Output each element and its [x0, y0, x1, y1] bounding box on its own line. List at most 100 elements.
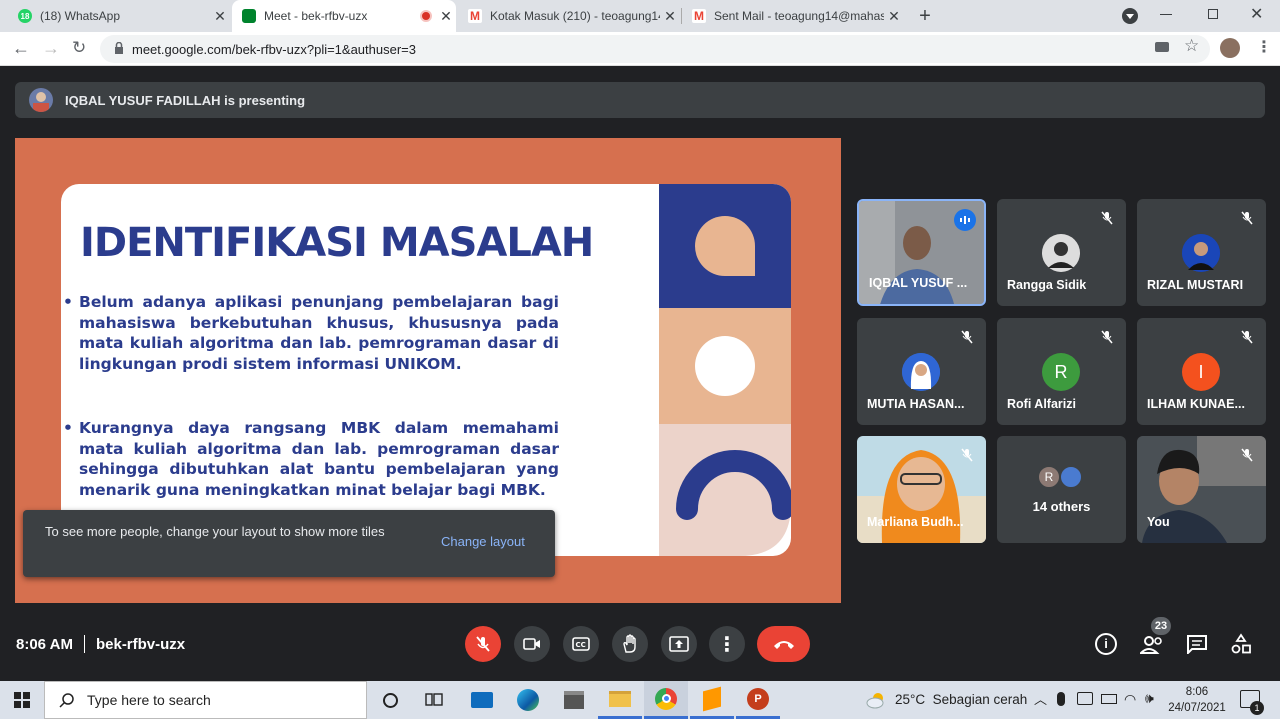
participant-name: MUTIA HASAN...: [867, 397, 965, 411]
windows-logo-icon: [14, 692, 30, 708]
end-call-button[interactable]: [757, 626, 810, 662]
close-tab-icon[interactable]: ✕: [660, 8, 680, 25]
slide-title: IDENTIFIKASI MASALAH: [80, 220, 594, 266]
chrome-icon: [655, 687, 677, 710]
tab-gmail-inbox[interactable]: M Kotak Masuk (210) - teoagung14 ✕: [458, 0, 680, 32]
activities-button[interactable]: [1230, 633, 1252, 660]
raise-hand-button[interactable]: [612, 626, 648, 662]
speaking-indicator-icon: [954, 209, 976, 231]
tab-meet[interactable]: Meet - bek-rfbv-uzx ✕: [232, 0, 456, 32]
mail-icon: [471, 692, 493, 708]
meeting-info-icon[interactable]: i: [1095, 633, 1117, 655]
tab-whatsapp[interactable]: 18 (18) WhatsApp ✕: [8, 0, 230, 32]
battery-icon[interactable]: [1101, 694, 1117, 704]
participant-name: Rangga Sidik: [1007, 278, 1087, 292]
store-icon: [564, 691, 584, 709]
tab-title: Meet - bek-rfbv-uzx: [264, 9, 368, 23]
menu-kebab-icon[interactable]: ⋮: [1256, 37, 1272, 57]
people-icon: [1138, 636, 1162, 654]
self-tile[interactable]: You: [1137, 436, 1266, 543]
edge-icon: [517, 689, 539, 711]
close-tab-icon[interactable]: ✕: [210, 8, 230, 25]
wifi-icon[interactable]: ◠: [1124, 691, 1136, 708]
whatsapp-icon: 18: [18, 9, 32, 23]
slide-bullet-1: • Belum adanya aplikasi penunjang pembel…: [63, 292, 559, 374]
start-button[interactable]: [0, 681, 44, 719]
close-window-icon[interactable]: ✕: [1250, 4, 1263, 24]
slide-bullet-2-text: Kurangnya daya rangsang MBK dalam memaha…: [79, 419, 559, 499]
people-button[interactable]: [1138, 633, 1164, 660]
cortana-button[interactable]: [368, 681, 412, 719]
mic-off-icon: [1236, 207, 1258, 229]
profile-menu-icon[interactable]: [1122, 8, 1138, 24]
participant-avatar: [1042, 234, 1080, 272]
participant-initial-avatar: I: [1182, 353, 1220, 391]
tray-overflow-icon[interactable]: ︿: [1034, 689, 1047, 708]
taskbar-edge[interactable]: [506, 681, 550, 719]
more-options-button[interactable]: ⋮: [709, 626, 745, 662]
participant-name: ILHAM KUNAE...: [1147, 397, 1245, 411]
mic-toggle-button[interactable]: [465, 626, 501, 662]
camera-in-use-icon[interactable]: [1155, 42, 1169, 52]
bookmark-star-icon[interactable]: ☆: [1184, 36, 1199, 56]
taskbar-chrome[interactable]: [644, 681, 688, 719]
change-layout-button[interactable]: Change layout: [441, 534, 525, 549]
taskbar-store[interactable]: [552, 681, 596, 719]
taskbar-file-explorer[interactable]: [598, 681, 642, 719]
tray-clock[interactable]: 8:06 24/07/2021: [1164, 684, 1230, 716]
reload-icon[interactable]: ↻: [72, 38, 86, 58]
kebab-icon: ⋮: [717, 633, 737, 656]
back-icon[interactable]: ←: [12, 38, 30, 59]
forward-icon[interactable]: →: [42, 38, 60, 59]
participant-name: IQBAL YUSUF ...: [869, 276, 968, 290]
mic-in-use-icon[interactable]: [1057, 692, 1065, 706]
participant-tile[interactable]: IQBAL YUSUF ...: [857, 199, 986, 306]
profile-avatar[interactable]: [1220, 38, 1240, 58]
tab-gmail-sent[interactable]: M Sent Mail - teoagung14@mahasi ✕: [682, 0, 904, 32]
cortana-icon: [382, 692, 398, 708]
bullet-dot: •: [63, 419, 73, 437]
people-count-badge: 23: [1151, 617, 1171, 635]
participant-tile[interactable]: I ILHAM KUNAE...: [1137, 318, 1266, 425]
volume-icon[interactable]: 🕪: [1145, 690, 1154, 707]
weather-text[interactable]: 25°C Sebagian cerah: [895, 692, 1027, 707]
close-tab-icon[interactable]: ✕: [884, 8, 904, 25]
task-view-button[interactable]: [412, 681, 456, 719]
participant-tile[interactable]: Rangga Sidik: [997, 199, 1126, 306]
url-text: meet.google.com/bek-rfbv-uzx?pli=1&authu…: [132, 41, 416, 57]
address-bar[interactable]: meet.google.com/bek-rfbv-uzx?pli=1&authu…: [100, 35, 1210, 63]
presenting-text: IQBAL YUSUF FADILLAH is presenting: [65, 92, 306, 108]
layout-toast: To see more people, change your layout t…: [23, 510, 555, 577]
gmail-icon: M: [692, 9, 706, 23]
taskbar-mail[interactable]: [460, 681, 504, 719]
others-avatar: R: [1037, 465, 1061, 489]
participant-avatar: [902, 353, 940, 391]
captions-icon: CC: [572, 637, 590, 651]
restore-icon[interactable]: [1208, 9, 1218, 19]
camera-tray-icon[interactable]: [1077, 692, 1093, 705]
mic-off-icon: [1236, 444, 1258, 466]
meet-icon: [242, 9, 256, 23]
present-now-button[interactable]: [661, 626, 697, 662]
participant-tile[interactable]: R Rofi Alfarizi: [997, 318, 1126, 425]
participant-tile[interactable]: Marliana Budh...: [857, 436, 986, 543]
chat-button[interactable]: [1186, 634, 1208, 659]
taskbar-search-box[interactable]: Type here to search: [44, 681, 367, 719]
participant-tile[interactable]: MUTIA HASAN...: [857, 318, 986, 425]
gmail-icon: M: [468, 9, 482, 23]
camera-toggle-button[interactable]: [514, 626, 550, 662]
captions-button[interactable]: CC: [563, 626, 599, 662]
participant-avatar: [1182, 234, 1220, 272]
tab-title: Sent Mail - teoagung14@mahasi: [714, 9, 884, 23]
taskbar-sublime[interactable]: [690, 681, 734, 719]
participant-name: Marliana Budh...: [867, 515, 964, 529]
notification-count: 1: [1250, 701, 1264, 715]
taskbar-powerpoint[interactable]: P: [736, 681, 780, 719]
new-tab-icon[interactable]: +: [914, 5, 936, 27]
participant-tile[interactable]: RIZAL MUSTARI: [1137, 199, 1266, 306]
minimize-icon[interactable]: [1160, 14, 1172, 15]
others-tile[interactable]: R 14 others: [997, 436, 1126, 543]
tab-title: Kotak Masuk (210) - teoagung14: [490, 9, 660, 23]
close-tab-icon[interactable]: ✕: [436, 8, 456, 25]
mic-off-icon: [956, 444, 978, 466]
